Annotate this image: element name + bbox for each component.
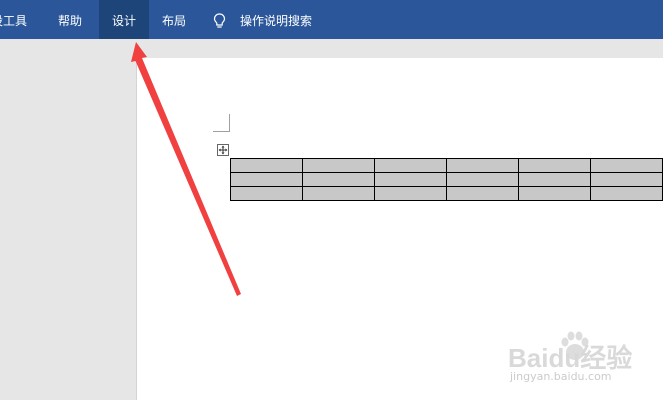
table-cell[interactable] (518, 186, 591, 201)
tab-help[interactable]: 帮助 (47, 0, 93, 39)
table-cell[interactable] (446, 172, 519, 187)
table-cell[interactable] (590, 186, 663, 201)
table-cell[interactable] (374, 186, 447, 201)
tell-me-search[interactable]: 操作说明搜索 (210, 0, 350, 39)
table-cell[interactable] (230, 172, 303, 187)
table-cell[interactable] (446, 158, 519, 173)
ribbon-tab-bar: 设工具 帮助 设计 布局 操作说明搜索 (0, 0, 663, 39)
table-cell[interactable] (230, 158, 303, 173)
table-cell[interactable] (590, 172, 663, 187)
table-cell[interactable] (446, 186, 519, 201)
margin-corner-mark (213, 114, 230, 132)
document-table[interactable] (230, 158, 663, 201)
table-cell[interactable] (302, 158, 375, 173)
baidu-watermark: Baidu经验 jingyan.baidu.com (508, 330, 658, 390)
table-cell[interactable] (230, 186, 303, 201)
tab-table-tools[interactable]: 设工具 (0, 0, 37, 39)
table-cell[interactable] (374, 172, 447, 187)
table-cell[interactable] (590, 158, 663, 173)
table-cell[interactable] (518, 172, 591, 187)
table-cell[interactable] (302, 172, 375, 187)
table-cell[interactable] (302, 186, 375, 201)
page-top-margin-gap (136, 39, 663, 58)
left-gutter (0, 39, 136, 400)
table-cell[interactable] (518, 158, 591, 173)
table-cell[interactable] (374, 158, 447, 173)
lightbulb-icon (213, 13, 226, 28)
tab-layout[interactable]: 布局 (149, 0, 199, 39)
table-move-handle-icon[interactable] (217, 144, 229, 156)
paw-logo-icon (561, 331, 589, 360)
tab-design[interactable]: 设计 (99, 0, 149, 39)
table-row (230, 172, 663, 187)
table-row (230, 186, 663, 201)
watermark-site: jingyan.baidu.com (510, 370, 612, 383)
tell-me-label: 操作说明搜索 (240, 14, 313, 28)
table-row (230, 158, 663, 173)
